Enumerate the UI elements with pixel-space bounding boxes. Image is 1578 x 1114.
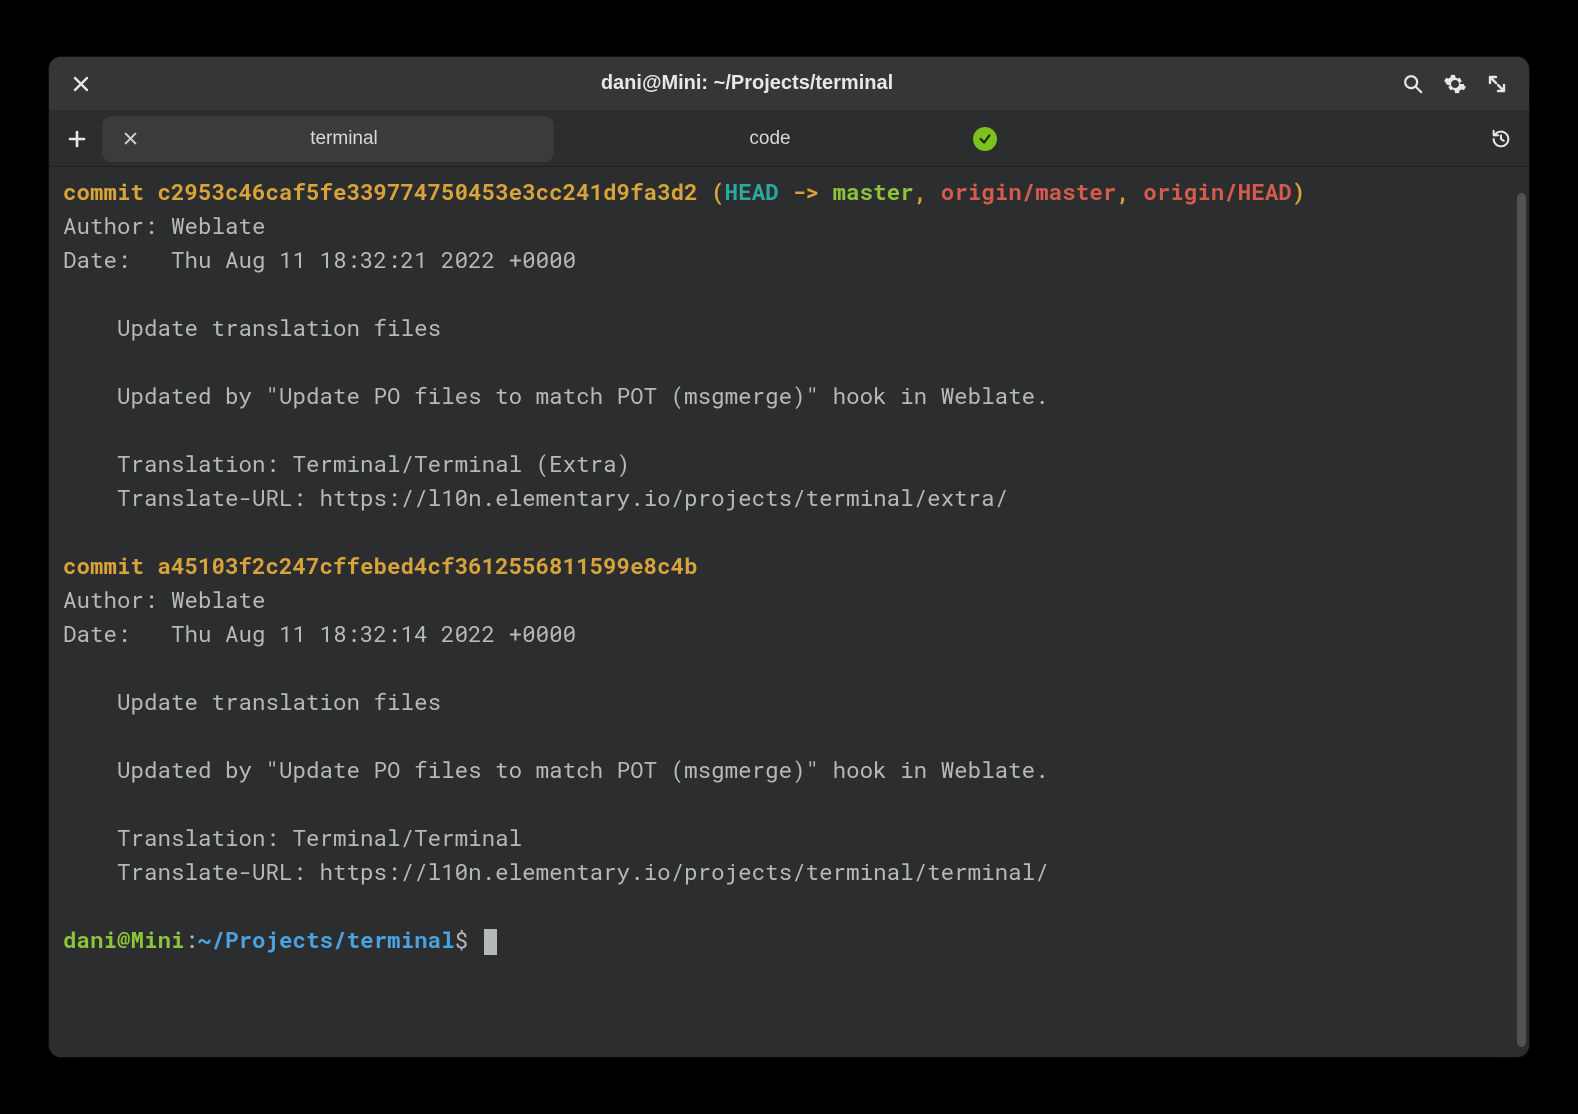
search-button[interactable] [1395,66,1431,102]
titlebar: dani@Mini: ~/Projects/terminal [49,57,1529,111]
check-icon [978,132,992,146]
terminal-window: dani@Mini: ~/Projects/terminal terminal … [49,57,1529,1057]
tab-label: terminal [149,128,539,150]
settings-button[interactable] [1437,66,1473,102]
tab-label: code [575,128,965,150]
tab-code[interactable]: code [561,117,1011,161]
maximize-button[interactable] [1479,66,1515,102]
maximize-icon [1487,74,1507,94]
close-icon [124,132,137,145]
gear-icon [1443,72,1467,96]
plus-icon [68,130,86,148]
history-icon [1490,128,1512,150]
tab-close-button[interactable] [117,126,143,152]
scrollbar[interactable] [1517,193,1526,1047]
tab-terminal[interactable]: terminal [103,117,553,161]
search-icon [1402,73,1424,95]
new-tab-button[interactable] [59,121,95,157]
terminal-output: commit c2953c46caf5fe339774750453e3cc241… [63,175,1515,1043]
tab-bar: terminal code [49,111,1529,167]
terminal-viewport[interactable]: commit c2953c46caf5fe339774750453e3cc241… [49,167,1529,1057]
close-icon [73,76,89,92]
window-close-button[interactable] [63,66,99,102]
titlebar-actions [1395,66,1515,102]
window-title: dani@Mini: ~/Projects/terminal [107,72,1387,95]
tab-status-success [973,127,997,151]
history-button[interactable] [1483,121,1519,157]
